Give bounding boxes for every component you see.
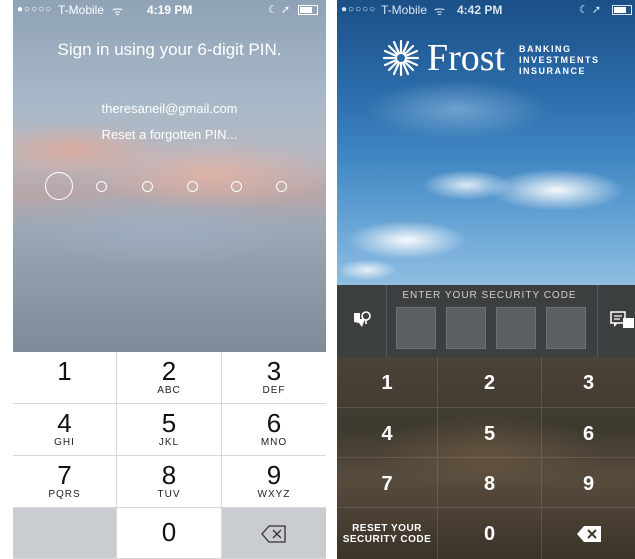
security-code-keypad: 1 2 3 4 5 6 7 8 9 RESET YOUR SECURITY CO… [337,357,635,559]
delete-button[interactable] [222,508,326,559]
key-7[interactable]: 7 PQRS [13,456,117,508]
brand-tagline: BANKING INVESTMENTS INSURANCE [519,44,600,77]
status-icons: ☾ ➚ [579,4,602,16]
key-letters: DEF [262,385,286,396]
pin-dot [231,181,242,192]
key-letters: JKL [158,437,180,448]
key-letters: MNO [260,437,288,448]
battery-icon [612,5,632,15]
key-digit: 7 [57,460,72,490]
tagline-line: INVESTMENTS [519,55,600,65]
key-2[interactable]: 2 ABC [117,352,222,404]
pin-dot-active [45,172,73,200]
signal-strength-icon: ●○○○○ [341,4,377,15]
key-digit: 5 [161,408,177,438]
tagline-line: INSURANCE [519,66,587,76]
key-digit: 3 [582,372,595,394]
right-phone-screen: ●○○○○ T-Mobile ᯤ 4:42 PM ☾ ➚ Frost BANKI… [337,0,635,559]
key-1[interactable]: 1 [337,357,438,408]
status-icons: ☾ ➚ [268,4,291,16]
pin-indicator [45,172,295,202]
status-bar: ●○○○○ T-Mobile ᯤ 4:19 PM ☾ ➚ [13,0,326,20]
key-digit: 9 [266,460,282,490]
key-letters: PQRS [48,489,81,500]
key-digit: 4 [381,423,393,445]
pin-dot [96,181,107,192]
key-digit: 2 [483,372,496,394]
key-0[interactable]: 0 [438,508,542,559]
reset-label-line: SECURITY CODE [342,534,432,545]
wifi-icon: ᯤ [112,4,123,18]
divider [597,285,598,357]
key-digit: 3 [266,356,282,386]
security-code-bar: ENTER YOUR SECURITY CODE [337,285,635,357]
location-marker-icon[interactable] [351,309,373,331]
brand-name: Frost [427,37,506,79]
delete-button[interactable] [542,508,635,559]
tagline-line: BANKING [519,44,572,54]
key-8[interactable]: 8 [438,458,542,508]
key-4[interactable]: 4 [337,408,438,458]
pin-keypad: 1 2 ABC 3 DEF 4 GHI 5 JKL 6 MNO 7 PQRS 8 [13,352,326,559]
code-digit-box[interactable] [496,307,536,349]
carrier-name: T-Mobile [58,3,105,17]
key-9[interactable]: 9 WXYZ [222,456,326,508]
key-digit: 2 [161,356,177,386]
pin-dot [142,181,153,192]
code-digit-box[interactable] [396,307,436,349]
battery-icon [298,5,318,15]
pin-dot [187,181,198,192]
key-digit: 0 [483,523,496,545]
key-7[interactable]: 7 [337,458,438,508]
key-8[interactable]: 8 TUV [117,456,222,508]
key-digit: 0 [161,517,177,547]
reset-label-line: RESET YOUR [352,523,422,534]
key-digit: 7 [381,473,393,495]
carrier-name: T-Mobile [381,3,428,17]
code-digit-box[interactable] [546,307,586,349]
key-9[interactable]: 9 [542,458,635,508]
key-6[interactable]: 6 MNO [222,404,326,456]
key-letters: WXYZ [257,489,291,500]
code-digit-box[interactable] [446,307,486,349]
key-3[interactable]: 3 [542,357,635,408]
signal-strength-icon: ●○○○○ [17,4,53,15]
key-1[interactable]: 1 [13,352,117,404]
key-digit: 4 [57,408,72,438]
chat-support-icon[interactable] [609,309,635,331]
key-digit: 8 [483,473,496,495]
key-6[interactable]: 6 [542,408,635,458]
reset-pin-link[interactable]: Reset a forgotten PIN... [13,127,326,142]
key-digit: 9 [582,473,595,495]
account-email: theresaneil@gmail.com [101,101,238,116]
key-5[interactable]: 5 [438,408,542,458]
backspace-icon [261,525,286,543]
security-code-label: ENTER YOUR SECURITY CODE [402,290,577,301]
key-digit: 6 [266,408,282,438]
key-digit: 5 [483,423,496,445]
status-time: 4:42 PM [457,3,503,17]
status-time: 4:19 PM [147,3,193,17]
reset-security-code-button[interactable]: RESET YOUR SECURITY CODE [337,508,438,559]
key-3[interactable]: 3 DEF [222,352,326,404]
wifi-icon: ᯤ [434,4,445,18]
page-title: Sign in using your 6-digit PIN. [57,40,282,59]
status-bar: ●○○○○ T-Mobile ᯤ 4:42 PM ☾ ➚ [337,0,635,20]
key-letters: ABC [157,385,181,396]
key-0[interactable]: 0 [117,508,222,559]
key-letters: GHI [54,437,75,448]
backspace-icon [576,526,601,542]
key-digit: 1 [381,372,393,394]
key-2[interactable]: 2 [438,357,542,408]
key-digit: 8 [161,460,177,490]
key-digit: 1 [57,356,72,386]
key-4[interactable]: 4 GHI [13,404,117,456]
pin-dot [276,181,287,192]
left-phone-screen: ●○○○○ T-Mobile ᯤ 4:19 PM ☾ ➚ Sign in usi… [13,0,326,559]
key-letters: TUV [157,489,181,500]
frost-star-logo-icon [382,39,420,77]
key-5[interactable]: 5 JKL [117,404,222,456]
key-digit: 6 [582,423,595,445]
empty-key [13,508,117,559]
